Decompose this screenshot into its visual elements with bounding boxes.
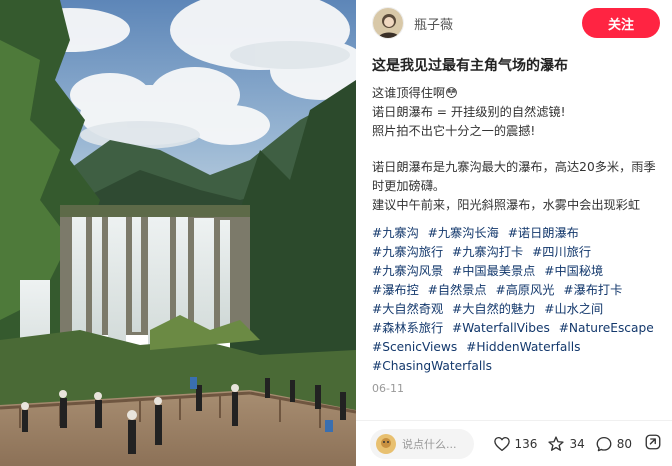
hashtag[interactable]: #中国最美景点: [452, 264, 535, 278]
hashtag[interactable]: #高原风光: [496, 283, 555, 297]
hashtag[interactable]: #山水之间: [544, 302, 603, 316]
hashtag[interactable]: #瀑布打卡: [563, 283, 622, 297]
comment-button[interactable]: 80: [595, 435, 632, 453]
note-paragraph: 这谁顶得住啊😳 诺日朗瀑布 = 开挂级别的自然滤镜! 照片拍不出它十分之一的震撼…: [372, 86, 566, 138]
hashtag[interactable]: #NatureEscape: [559, 321, 654, 335]
comment-placeholder: 说点什么...: [402, 437, 457, 451]
like-button[interactable]: 136: [493, 435, 538, 453]
comment-input[interactable]: 说点什么...: [370, 428, 474, 459]
hashtag[interactable]: #诺日朗瀑布: [508, 226, 579, 240]
engagement-bar: 说点什么... 136 34 80: [356, 420, 672, 466]
collect-count: 34: [569, 436, 585, 451]
hashtag[interactable]: #九寨沟风景: [372, 264, 443, 278]
author-avatar[interactable]: [372, 7, 404, 39]
hashtag[interactable]: #自然景点: [428, 283, 487, 297]
share-icon: [645, 434, 661, 449]
hashtag[interactable]: #ChasingWaterfalls: [372, 359, 492, 373]
follow-button[interactable]: 关注: [582, 8, 660, 38]
hashtag[interactable]: #森林系旅行: [372, 321, 443, 335]
hashtag[interactable]: #大自然的魅力: [452, 302, 535, 316]
comment-count: 80: [616, 436, 632, 451]
user-avatar: [376, 433, 396, 454]
hashtag[interactable]: #WaterfallVibes: [452, 321, 550, 335]
hashtag[interactable]: #九寨沟: [372, 226, 419, 240]
share-button[interactable]: [644, 433, 662, 455]
hashtag[interactable]: #四川旅行: [532, 245, 591, 259]
note-detail: 瓶子薇 关注 这是我见过最有主角气场的瀑布 这谁顶得住啊😳 诺日朗瀑布 = 开挂…: [0, 0, 672, 466]
tag-list: #九寨沟 #九寨沟长海 #诺日朗瀑布 #九寨沟旅行 #九寨沟打卡 #四川旅行 #…: [372, 224, 660, 376]
heart-icon: [493, 436, 510, 451]
hashtag[interactable]: #大自然奇观: [372, 302, 443, 316]
note-side-panel: 瓶子薇 关注 这是我见过最有主角气场的瀑布 这谁顶得住啊😳 诺日朗瀑布 = 开挂…: [356, 0, 672, 466]
hashtag[interactable]: #ScenicViews: [372, 340, 457, 354]
chat-bubble-icon: [596, 436, 612, 451]
like-count: 136: [514, 436, 538, 451]
note-photo[interactable]: [0, 0, 356, 466]
author-bar: 瓶子薇 关注: [356, 0, 672, 46]
note-content[interactable]: 这是我见过最有主角气场的瀑布 这谁顶得住啊😳 诺日朗瀑布 = 开挂级别的自然滤镜…: [356, 46, 672, 420]
note-paragraph: 诺日朗瀑布是九寨沟最大的瀑布，高达20多米，雨季时更加磅礴。 建议中午前来，阳光…: [372, 160, 656, 212]
note-date: 06-11: [372, 382, 404, 395]
collect-button[interactable]: 34: [547, 435, 585, 453]
hashtag[interactable]: #HiddenWaterfalls: [466, 340, 580, 354]
note-title: 这是我见过最有主角气场的瀑布: [372, 58, 568, 74]
author-name[interactable]: 瓶子薇: [414, 14, 582, 33]
hashtag[interactable]: #九寨沟打卡: [452, 245, 523, 259]
waterfall-photo: [0, 0, 356, 466]
hashtag[interactable]: #九寨沟旅行: [372, 245, 443, 259]
hashtag[interactable]: #中国秘境: [544, 264, 603, 278]
hashtag[interactable]: #瀑布控: [372, 283, 419, 297]
star-icon: [548, 435, 565, 451]
action-group: 136 34 80: [474, 433, 662, 455]
hashtag[interactable]: #九寨沟长海: [428, 226, 499, 240]
